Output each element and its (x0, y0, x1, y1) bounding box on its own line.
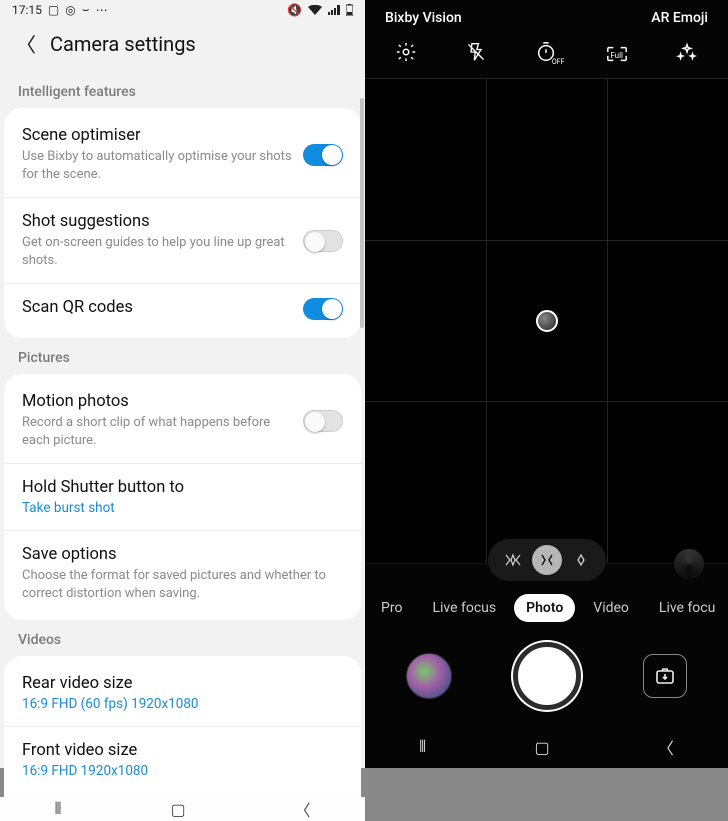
motion-sub: Record a short clip of what happens befo… (22, 414, 293, 449)
scene-title: Scene optimiser (22, 126, 293, 145)
last-filter-icon[interactable] (674, 549, 704, 579)
shot-sub: Get on-screen guides to help you line up… (22, 234, 293, 269)
rear-title: Rear video size (22, 674, 333, 693)
mode-live-focus[interactable]: Live focus (420, 594, 508, 622)
flash-off-icon[interactable] (462, 38, 490, 66)
shutter-button[interactable] (513, 642, 581, 710)
signal-icon (328, 5, 340, 15)
row-save-options[interactable]: Save options Choose the format for saved… (4, 530, 361, 616)
row-motion-photos[interactable]: Motion photos Record a short clip of wha… (4, 378, 361, 463)
gallery-thumbnail[interactable] (406, 653, 452, 699)
row-qr-codes[interactable]: Scan QR codes (4, 283, 361, 334)
timer-off-icon[interactable]: OFF (532, 38, 560, 66)
header: 〈 Camera settings (0, 17, 365, 72)
nav-recents-icon[interactable]: ⦀ (419, 737, 426, 757)
zoom-tele-icon[interactable] (566, 545, 596, 575)
filters-icon[interactable] (673, 38, 701, 66)
zoom-ultrawide-icon[interactable] (498, 545, 528, 575)
nav-back-icon[interactable]: 〈 (295, 797, 311, 821)
back-icon[interactable]: 〈 (16, 29, 36, 58)
row-front-video[interactable]: Front video size 16:9 FHD 1920x1080 (4, 726, 361, 793)
mode-pro[interactable]: Pro (369, 594, 414, 622)
ratio-label: Full (610, 51, 623, 60)
mode-photo[interactable]: Photo (514, 594, 575, 622)
more-icon: ⋯ (96, 3, 108, 17)
zoom-wide-icon[interactable] (532, 545, 562, 575)
camera-toolbar: OFF Full (365, 32, 728, 78)
videos-card: Rear video size 16:9 FHD (60 fps) 1920x1… (4, 656, 361, 797)
page-title: Camera settings (50, 32, 196, 56)
scrollbar-thumb[interactable] (360, 98, 364, 328)
section-intelligent-label: Intelligent features (0, 72, 365, 108)
front-title: Front video size (22, 741, 333, 760)
front-value: 16:9 FHD 1920x1080 (22, 763, 333, 779)
nav-bar-camera: ⦀ ▢ 〈 (365, 726, 728, 768)
hold-value: Take burst shot (22, 500, 333, 516)
pictures-card: Motion photos Record a short clip of wha… (4, 374, 361, 620)
save-title: Save options (22, 545, 333, 564)
nav-bar: ⦀ ▢ 〈 (0, 797, 365, 821)
wifi-icon (308, 5, 322, 15)
toggle-qr-codes[interactable] (303, 298, 343, 320)
scene-sub: Use Bixby to automatically optimise your… (22, 148, 293, 183)
mute-icon: 🔇 (287, 3, 302, 17)
motion-title: Motion photos (22, 392, 293, 411)
app-icon: ⌣ (82, 2, 90, 17)
row-scene-optimiser[interactable]: Scene optimiser Use Bixby to automatical… (4, 112, 361, 197)
row-shot-suggestions[interactable]: Shot suggestions Get on-screen guides to… (4, 197, 361, 283)
toggle-motion-photos[interactable] (303, 410, 343, 432)
section-pictures-label: Pictures (0, 338, 365, 374)
qr-title: Scan QR codes (22, 298, 293, 317)
save-sub: Choose the format for saved pictures and… (22, 567, 333, 602)
instagram-icon: ◎ (65, 3, 75, 17)
ratio-full-icon[interactable]: Full (603, 38, 631, 66)
mode-video[interactable]: Video (581, 594, 641, 622)
zoom-panel (488, 539, 606, 581)
intelligent-card: Scene optimiser Use Bixby to automatical… (4, 108, 361, 338)
ar-emoji-link[interactable]: AR Emoji (651, 10, 708, 26)
toggle-shot-suggestions[interactable] (303, 230, 343, 252)
nav-home-icon[interactable]: ▢ (170, 800, 185, 819)
row-rear-video[interactable]: Rear video size 16:9 FHD (60 fps) 1920x1… (4, 660, 361, 726)
rear-value: 16:9 FHD (60 fps) 1920x1080 (22, 696, 333, 712)
shot-title: Shot suggestions (22, 212, 293, 231)
nav-recents-icon[interactable]: ⦀ (54, 799, 61, 819)
switch-camera-button[interactable] (643, 654, 687, 698)
focus-indicator (536, 310, 558, 332)
bixby-vision-link[interactable]: Bixby Vision (385, 10, 462, 26)
status-bar: 17:15 ▢ ◎ ⌣ ⋯ 🔇 (0, 0, 365, 17)
hold-title: Hold Shutter button to (22, 478, 333, 497)
gear-icon[interactable] (392, 38, 420, 66)
camera-top-links: Bixby Vision AR Emoji (365, 0, 728, 32)
camera-controls (365, 632, 728, 726)
nav-home-icon[interactable]: ▢ (534, 738, 549, 757)
toggle-scene-optimiser[interactable] (303, 144, 343, 166)
nav-back-icon[interactable]: 〈 (658, 735, 674, 759)
battery-icon (346, 4, 353, 16)
gallery-icon: ▢ (48, 3, 59, 17)
status-time: 17:15 (12, 3, 42, 17)
row-hold-shutter[interactable]: Hold Shutter button to Take burst shot (4, 463, 361, 530)
mode-live-focus-video[interactable]: Live focu (647, 594, 727, 622)
viewfinder[interactable] (365, 78, 728, 564)
section-videos-label: Videos (0, 620, 365, 656)
